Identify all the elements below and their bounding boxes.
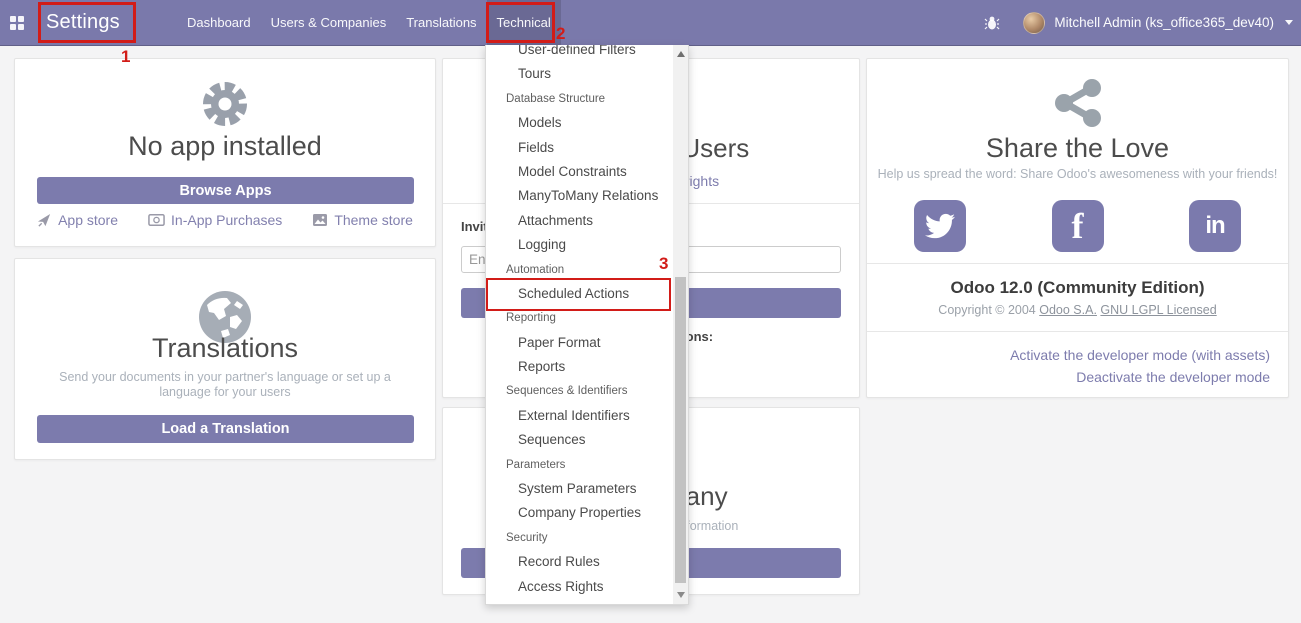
grid-square <box>10 16 16 22</box>
theme-store-link[interactable]: Theme store <box>312 212 413 228</box>
nav-item-technical[interactable]: Technical <box>487 0 561 45</box>
menu-section-reporting: Reporting <box>486 306 673 330</box>
card-divider <box>867 331 1288 332</box>
rocket-icon <box>37 213 52 228</box>
linkedin-button[interactable]: in <box>1189 200 1241 252</box>
share-icon <box>867 79 1288 127</box>
deactivate-dev-mode-link[interactable]: Deactivate the developer mode <box>1010 366 1270 388</box>
twitter-button[interactable] <box>914 200 966 252</box>
facebook-button[interactable]: f <box>1052 200 1104 252</box>
browse-apps-button[interactable]: Browse Apps <box>37 177 414 204</box>
user-menu[interactable]: Mitchell Admin (ks_office365_dev40) <box>1054 15 1274 30</box>
menu-item-sequences[interactable]: Sequences <box>486 428 673 452</box>
grid-square <box>18 16 24 22</box>
menu-item-attachments[interactable]: Attachments <box>486 209 673 233</box>
menu-item-external-identifiers[interactable]: External Identifiers <box>486 404 673 428</box>
menu-item-user-defined-filters[interactable]: User-defined Filters <box>486 45 673 62</box>
developer-mode-links: Activate the developer mode (with assets… <box>1010 344 1270 388</box>
linkedin-icon: in <box>1205 212 1224 240</box>
translations-card: Translations Send your documents in your… <box>14 258 436 460</box>
menu-item-fields[interactable]: Fields <box>486 136 673 160</box>
menu-item-scheduled-actions[interactable]: Scheduled Actions <box>486 282 673 306</box>
menu-section-automation: Automation <box>486 258 673 282</box>
app-name-settings[interactable]: Settings <box>46 0 120 45</box>
grid-square <box>10 24 16 30</box>
menu-item-paper-format[interactable]: Paper Format <box>486 331 673 355</box>
top-navbar: Settings Dashboard Users & Companies Tra… <box>0 0 1301 46</box>
annotation-number-2: 2 <box>556 24 565 44</box>
navbar-right: Mitchell Admin (ks_office365_dev40) <box>984 0 1293 45</box>
store-links-row: App store In-App Purchases Theme store <box>15 212 435 228</box>
odoo-settings-screen: Settings Dashboard Users & Companies Tra… <box>0 0 1301 623</box>
menu-section-database-structure: Database Structure <box>486 87 673 111</box>
translations-card-title: Translations <box>15 333 435 363</box>
apps-card-title: No app installed <box>15 131 435 161</box>
in-app-purchases-link[interactable]: In-App Purchases <box>148 212 282 228</box>
menu-item-model-constraints[interactable]: Model Constraints <box>486 160 673 184</box>
copyright-text: Copyright © 2004 <box>938 303 1035 317</box>
menu-item-tours[interactable]: Tours <box>486 62 673 86</box>
menu-section-parameters: Parameters <box>486 453 673 477</box>
menu-item-company-properties[interactable]: Company Properties <box>486 501 673 525</box>
social-buttons-row: f in <box>867 200 1288 252</box>
menu-item-models[interactable]: Models <box>486 111 673 135</box>
menu-item-access-rights[interactable]: Access Rights <box>486 575 673 599</box>
bug-icon[interactable] <box>984 15 1000 31</box>
in-app-purchases-label: In-App Purchases <box>171 212 282 228</box>
navbar-menu: Dashboard Users & Companies Translations… <box>177 0 561 45</box>
twitter-icon <box>925 211 955 241</box>
menu-item-record-rules[interactable]: Record Rules <box>486 550 673 574</box>
odoo-version: Odoo 12.0 (Community Edition) <box>867 278 1288 298</box>
app-store-label: App store <box>58 212 118 228</box>
apps-card: No app installed Browse Apps App store I… <box>14 58 436 247</box>
share-card-subtitle: Help us spread the word: Share Odoo's aw… <box>867 167 1288 182</box>
menu-item-manytomany-relations[interactable]: ManyToMany Relations <box>486 184 673 208</box>
technical-menu-list: User-defined FiltersToursDatabase Struct… <box>486 45 673 599</box>
menu-scrollbar[interactable] <box>673 45 688 604</box>
money-icon <box>148 213 165 227</box>
annotation-number-3: 3 <box>659 254 668 274</box>
scrollbar-down-arrow[interactable] <box>673 588 688 602</box>
share-card-title: Share the Love <box>867 133 1288 163</box>
card-divider <box>867 263 1288 264</box>
odoo-sa-link[interactable]: Odoo S.A. <box>1039 303 1097 317</box>
theme-store-label: Theme store <box>334 212 413 228</box>
menu-section-sequences-identifiers: Sequences & Identifiers <box>486 379 673 403</box>
technical-dropdown-menu: User-defined FiltersToursDatabase Struct… <box>485 45 689 605</box>
activate-dev-mode-link[interactable]: Activate the developer mode (with assets… <box>1010 344 1270 366</box>
scrollbar-thumb[interactable] <box>675 277 686 583</box>
grid-square <box>18 24 24 30</box>
annotation-number-1: 1 <box>121 47 130 67</box>
menu-item-reports[interactable]: Reports <box>486 355 673 379</box>
user-avatar[interactable] <box>1023 12 1045 34</box>
load-translation-button[interactable]: Load a Translation <box>37 415 414 443</box>
apps-menu-icon[interactable] <box>10 16 24 30</box>
copyright-line: Copyright © 2004 Odoo S.A. GNU LGPL Lice… <box>867 303 1288 317</box>
menu-item-system-parameters[interactable]: System Parameters <box>486 477 673 501</box>
facebook-icon: f <box>1072 200 1084 252</box>
menu-item-logging[interactable]: Logging <box>486 233 673 257</box>
triangle-down-icon <box>677 592 685 598</box>
gear-icon <box>15 77 435 131</box>
translations-card-subtitle: Send your documents in your partner's la… <box>15 370 435 400</box>
lgpl-license-link[interactable]: GNU LGPL Licensed <box>1100 303 1216 317</box>
nav-item-translations[interactable]: Translations <box>396 0 486 45</box>
chevron-down-icon[interactable] <box>1285 20 1293 25</box>
image-icon <box>312 213 328 227</box>
menu-section-security: Security <box>486 526 673 550</box>
nav-item-dashboard[interactable]: Dashboard <box>177 0 261 45</box>
app-store-link[interactable]: App store <box>37 212 118 228</box>
nav-item-users-companies[interactable]: Users & Companies <box>261 0 397 45</box>
share-card: Share the Love Help us spread the word: … <box>866 58 1289 398</box>
scrollbar-up-arrow[interactable] <box>673 47 688 61</box>
triangle-up-icon <box>677 51 685 57</box>
